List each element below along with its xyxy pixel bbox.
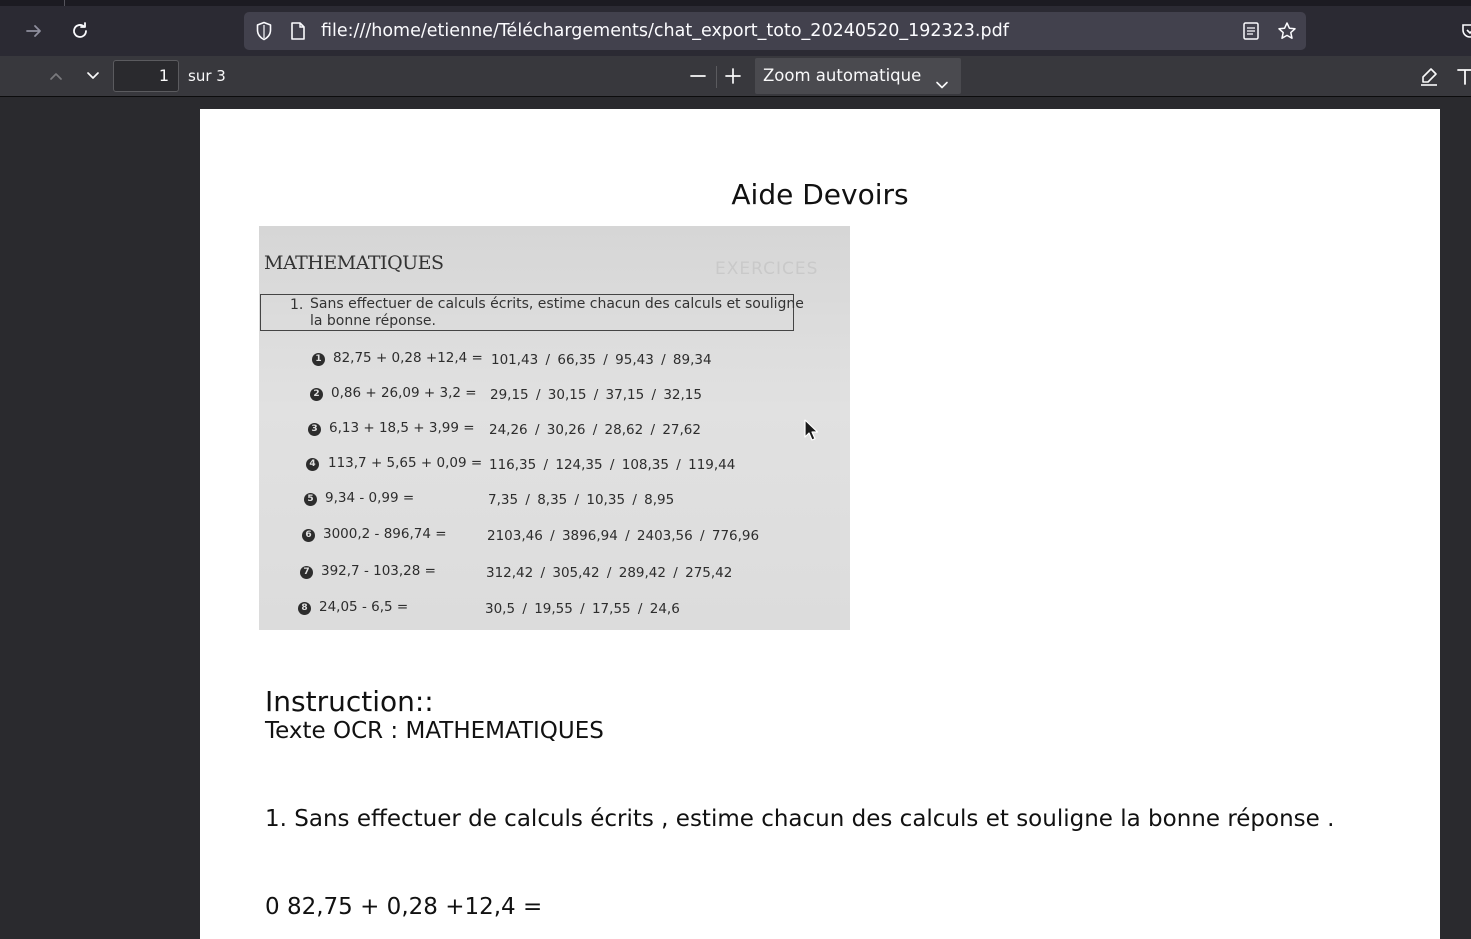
forward-arrow-icon[interactable] [17,14,51,48]
instruction-label: Instruction:: [265,685,434,718]
worksheet-row: 3 6,13 + 18,5 + 3,99 = 24,26 / 30,26 / 2… [259,420,850,442]
page-number-input[interactable]: 1 [113,60,179,92]
pdf-page: Aide Devoirs MATHEMATIQUES EXERCICES 1. … [200,109,1440,939]
row-badge: 5 [304,493,317,506]
pocket-icon[interactable] [1453,14,1471,48]
row-badge: 3 [308,423,321,436]
document-title: Aide Devoirs [731,178,909,211]
toolbar-separator [716,66,717,88]
highlight-icon[interactable] [1414,60,1444,92]
url-text[interactable]: file:///home/etienne/Téléchargements/cha… [321,12,1009,50]
worksheet-row: 1 82,75 + 0,28 +12,4 = 101,43 / 66,35 / … [259,350,850,372]
row-answers: 101,43 / 66,35 / 95,43 / 89,34 [491,352,712,368]
page-icon[interactable] [288,21,308,41]
pdf-viewer[interactable]: Aide Devoirs MATHEMATIQUES EXERCICES 1. … [0,97,1471,939]
row-expression: 82,75 + 0,28 +12,4 = [333,350,483,366]
zoom-select[interactable]: Zoom automatique [755,58,961,94]
worksheet-heading: MATHEMATIQUES [264,252,444,274]
navigation-toolbar: file:///home/etienne/Téléchargements/cha… [0,6,1471,56]
reader-view-icon[interactable] [1241,21,1261,41]
row-expression: 113,7 + 5,65 + 0,09 = [328,455,483,471]
zoom-out-icon[interactable] [683,60,713,92]
worksheet-row: 2 0,86 + 26,09 + 3,2 = 29,15 / 30,15 / 3… [259,385,850,407]
row-answers: 30,5 / 19,55 / 17,55 / 24,6 [485,601,680,617]
row-badge: 8 [298,602,311,615]
row-expression: 3000,2 - 896,74 = [323,526,447,542]
worksheet-instruction-line-1: Sans effectuer de calculs écrits, estime… [310,296,804,312]
row-answers: 116,35 / 124,35 / 108,35 / 119,44 [489,457,736,473]
page-total-label: sur 3 [188,67,226,85]
row-answers: 7,35 / 8,35 / 10,35 / 8,95 [488,492,675,508]
previous-page-icon[interactable] [41,60,71,92]
row-answers: 2103,46 / 3896,94 / 2403,56 / 776,96 [487,528,760,544]
row-answers: 312,42 / 305,42 / 289,42 / 275,42 [486,565,733,581]
worksheet-row: 8 24,05 - 6,5 = 30,5 / 19,55 / 17,55 / 2… [259,599,850,621]
row-expression: 24,05 - 6,5 = [319,599,409,615]
next-page-icon[interactable] [78,60,108,92]
exercise-number: 1. [290,297,304,313]
row-badge: 1 [312,353,325,366]
ocr-text-line: Texte OCR : MATHEMATIQUES [265,718,604,744]
row-expression: 6,13 + 18,5 + 3,99 = [329,420,475,436]
row-expression: 0,86 + 26,09 + 3,2 = [331,385,477,401]
row-answers: 24,26 / 30,26 / 28,62 / 27,62 [489,422,701,438]
worksheet-instruction-line-2: la bonne réponse. [310,313,436,329]
row-answers: 29,15 / 30,15 / 37,15 / 32,15 [490,387,702,403]
shield-icon[interactable] [254,21,274,41]
worksheet-row: 7 392,7 - 103,28 = 312,42 / 305,42 / 289… [259,563,850,585]
row-badge: 4 [306,458,319,471]
pdf-toolbar: 1 sur 3 Zoom automatique [0,56,1471,97]
row-expression: 392,7 - 103,28 = [321,563,436,579]
text-icon[interactable] [1450,60,1471,92]
worksheet-row: 4 113,7 + 5,65 + 0,09 = 116,35 / 124,35 … [259,455,850,477]
worksheet-row: 5 9,34 - 0,99 = 7,35 / 8,35 / 10,35 / 8,… [259,490,850,512]
bookmark-star-icon[interactable] [1277,21,1297,41]
zoom-in-icon[interactable] [718,60,748,92]
row-badge: 6 [302,529,315,542]
worksheet-ghost-text: EXERCICES [715,259,819,279]
row-badge: 2 [310,388,323,401]
row-badge: 7 [300,566,313,579]
zoom-select-label: Zoom automatique [763,66,922,85]
url-bar[interactable]: file:///home/etienne/Téléchargements/cha… [244,12,1306,50]
reload-icon[interactable] [63,14,97,48]
worksheet-row: 6 3000,2 - 896,74 = 2103,46 / 3896,94 / … [259,526,850,548]
row-expression: 9,34 - 0,99 = [325,490,415,506]
worksheet-photo: MATHEMATIQUES EXERCICES 1. Sans effectue… [259,226,850,630]
mouse-cursor-icon [804,419,819,445]
question-text: 1. Sans effectuer de calculs écrits , es… [265,806,1335,832]
worksheet-instruction-box: 1. Sans effectuer de calculs écrits, est… [260,294,804,331]
partial-expression-line: 0 82,75 + 0,28 +12,4 = [265,894,543,920]
